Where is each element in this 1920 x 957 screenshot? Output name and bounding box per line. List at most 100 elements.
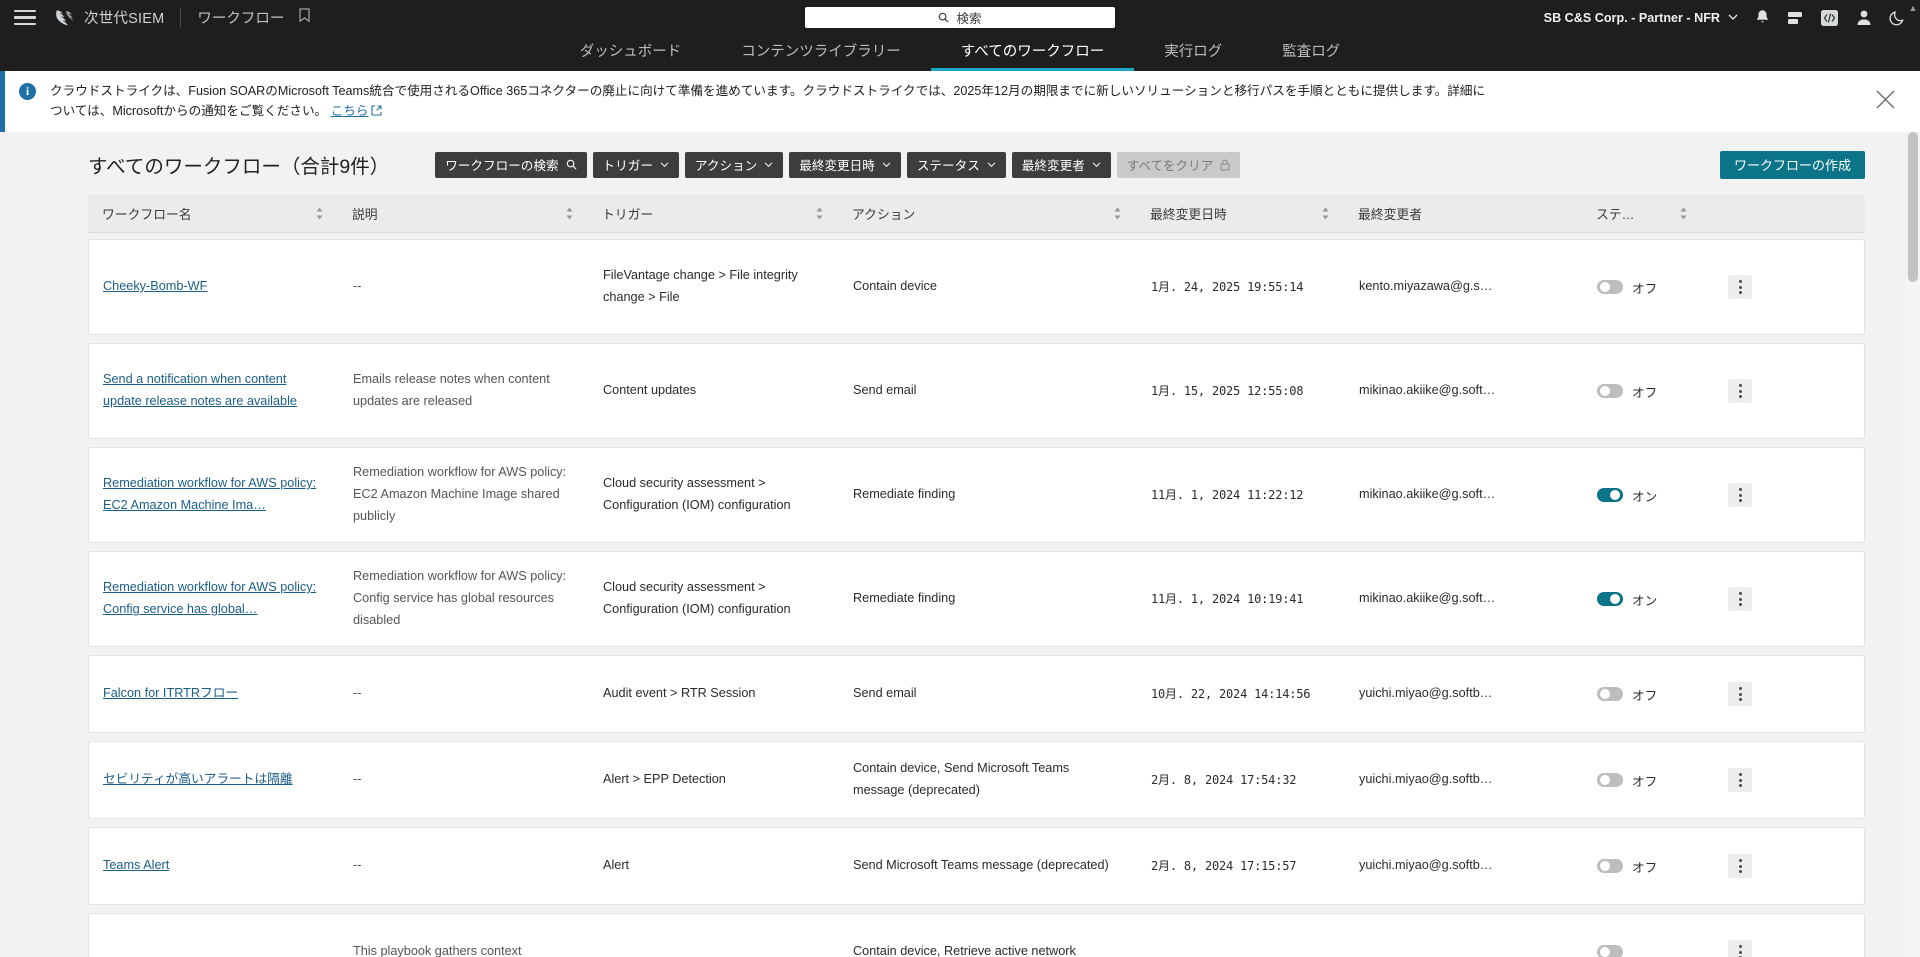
scroll-up-arrow[interactable]: ▲ [1907, 3, 1919, 13]
workflow-status-toggle[interactable]: オフ [1583, 857, 1703, 876]
sort-icon[interactable] [1113, 207, 1136, 220]
global-search-input[interactable]: 検索 [805, 7, 1115, 28]
close-icon[interactable] [1875, 89, 1896, 115]
vertical-scrollbar[interactable] [1906, 132, 1920, 957]
filter-last-modifier-button[interactable]: 最終変更者 [1011, 151, 1111, 178]
tab-audit-log[interactable]: 監査ログ [1252, 44, 1370, 72]
workflow-status-toggle[interactable]: オフ [1583, 278, 1703, 297]
status-switch[interactable] [1597, 280, 1623, 295]
workflow-name-link[interactable]: Remediation workflow for AWS policy: EC2… [103, 476, 316, 512]
kebab-menu-icon[interactable] [1728, 682, 1752, 707]
workflow-name-link[interactable]: Teams Alert [103, 858, 169, 872]
kebab-menu-icon[interactable] [1728, 483, 1752, 508]
status-switch[interactable] [1597, 859, 1623, 874]
sort-icon[interactable] [565, 207, 588, 220]
user-icon[interactable] [1856, 9, 1872, 26]
workflow-name-link[interactable]: セビリティが高いアラートは隔離 [103, 772, 293, 786]
workflow-trigger [589, 942, 839, 957]
status-switch[interactable] [1597, 384, 1623, 399]
kebab-menu-icon[interactable] [1728, 379, 1752, 404]
workflow-status-toggle[interactable]: オン [1583, 590, 1703, 609]
workflow-table: ワークフロー名 説明 トリガー アクション 最終変更日時 最終変更者 ステ… C… [0, 195, 1920, 957]
status-switch[interactable] [1597, 773, 1623, 788]
tab-execution-log[interactable]: 実行ログ [1134, 44, 1252, 72]
sort-icon[interactable] [815, 207, 838, 220]
dark-mode-moon-icon[interactable] [1889, 9, 1906, 26]
column-header-action[interactable]: アクション [838, 204, 1136, 223]
workflow-name-link[interactable]: Falcon for ITRTRフロー [103, 686, 238, 700]
kebab-menu-icon[interactable] [1728, 854, 1752, 879]
page-title: すべてのワークフロー（合計9件） [88, 156, 390, 179]
workflow-last-modifier: mikinao.akiike@g.soft… [1359, 383, 1496, 398]
column-label: トリガー [602, 207, 654, 223]
column-header-trigger[interactable]: トリガー [588, 204, 838, 223]
column-header-workflow-name[interactable]: ワークフロー名 [88, 204, 338, 223]
kebab-menu-icon[interactable] [1728, 940, 1752, 957]
kebab-menu-icon[interactable] [1728, 587, 1752, 612]
workflow-last-modified: 2月. 8, 2024 17:54:32 [1151, 772, 1297, 787]
sort-icon[interactable] [315, 207, 338, 220]
filter-trigger-button[interactable]: トリガー [592, 151, 679, 178]
filter-status-button[interactable]: ステータス [906, 151, 1006, 178]
column-header-status[interactable]: ステ… [1582, 204, 1702, 223]
chevron-down-icon [660, 161, 669, 167]
code-icon[interactable] [1820, 9, 1839, 27]
workflow-name-link[interactable]: Send a notification when content update … [103, 372, 297, 408]
sort-icon[interactable] [1679, 207, 1702, 220]
filter-search-workflow-button[interactable]: ワークフローの検索 [435, 151, 587, 178]
workflow-last-modified [1137, 942, 1345, 957]
table-row[interactable]: Cheeky-Bomb-WF -- FileVantage change > F… [88, 239, 1865, 336]
brand[interactable]: 次世代SIEM [54, 7, 164, 28]
kebab-menu-icon[interactable] [1728, 275, 1752, 300]
divider [180, 7, 182, 28]
table-row[interactable]: セビリティが高いアラートは隔離 -- Alert > EPP Detection… [88, 741, 1865, 820]
hamburger-menu-icon[interactable] [14, 9, 36, 26]
external-link-icon [371, 104, 382, 116]
workflow-status-toggle[interactable]: オン [1583, 486, 1703, 505]
table-row[interactable]: Send a notification when content update … [88, 343, 1865, 440]
workflow-description: -- [353, 686, 362, 701]
org-selector[interactable]: SB C&S Corp. - Partner - NFR [1544, 11, 1738, 25]
workflow-trigger: Content updates [603, 383, 697, 398]
table-row[interactable]: Remediation workflow for AWS policy: EC2… [88, 447, 1865, 544]
create-workflow-button[interactable]: ワークフローの作成 [1719, 150, 1865, 179]
banner-text-wrap: クラウドストライクは、Fusion SOARのMicrosoft Teams統合… [50, 82, 1490, 121]
workflow-status-toggle[interactable]: オフ [1583, 771, 1703, 790]
tab-all-workflows[interactable]: すべてのワークフロー [930, 44, 1135, 71]
workflow-last-modified: 11月. 1, 2024 11:22:12 [1151, 487, 1304, 502]
table-row[interactable]: Falcon for ITRTRフロー -- Audit event > RTR… [88, 655, 1865, 734]
filter-last-modified-button[interactable]: 最終変更日時 [789, 151, 901, 178]
workflow-status-toggle[interactable] [1583, 945, 1703, 957]
workflow-name-link[interactable]: Cheeky-Bomb-WF [103, 279, 207, 293]
bookmark-icon[interactable] [298, 7, 311, 28]
scrollbar-thumb[interactable] [1908, 132, 1918, 283]
workflow-status-toggle[interactable]: オフ [1583, 382, 1703, 401]
column-label: アクション [852, 207, 916, 223]
list-panel-icon[interactable] [1787, 10, 1803, 26]
status-switch[interactable] [1597, 687, 1623, 702]
tab-content-library[interactable]: コンテンツライブラリー [711, 44, 931, 72]
table-row[interactable]: Remediation workflow for AWS policy: Con… [88, 551, 1865, 648]
sort-icon[interactable] [1321, 207, 1344, 220]
table-row[interactable]: Teams Alert -- Alert Send Microsoft Team… [88, 827, 1865, 906]
status-switch[interactable] [1597, 488, 1623, 503]
column-header-last-modified[interactable]: 最終変更日時 [1136, 204, 1344, 223]
status-switch[interactable] [1597, 945, 1623, 957]
filter-action-button[interactable]: アクション [684, 151, 784, 178]
status-switch[interactable] [1597, 592, 1623, 607]
workflow-name-link[interactable]: Remediation workflow for AWS policy: Con… [103, 580, 316, 616]
column-header-last-modifier: 最終変更者 [1344, 204, 1582, 223]
banner-link[interactable]: こちら [331, 104, 369, 118]
workflow-status-toggle[interactable]: オフ [1583, 685, 1703, 704]
table-row[interactable]: This playbook gathers context Contain de… [88, 913, 1865, 957]
clear-all-filters-button[interactable]: すべてをクリア [1116, 151, 1241, 178]
main-nav-tabs: ダッシュボード コンテンツライブラリー すべてのワークフロー 実行ログ 監査ログ [0, 35, 1920, 71]
column-header-description[interactable]: 説明 [338, 204, 588, 223]
status-label: オフ [1632, 688, 1658, 703]
kebab-menu-icon[interactable] [1728, 768, 1752, 793]
workflow-last-modifier: yuichi.miyao@g.softb… [1359, 686, 1493, 701]
workflow-last-modifier: kento.miyazawa@g.s… [1359, 279, 1493, 294]
filter-last-modifier-label: 最終変更者 [1021, 159, 1085, 174]
tab-dashboard[interactable]: ダッシュボード [550, 44, 712, 72]
bell-icon[interactable] [1755, 9, 1770, 26]
